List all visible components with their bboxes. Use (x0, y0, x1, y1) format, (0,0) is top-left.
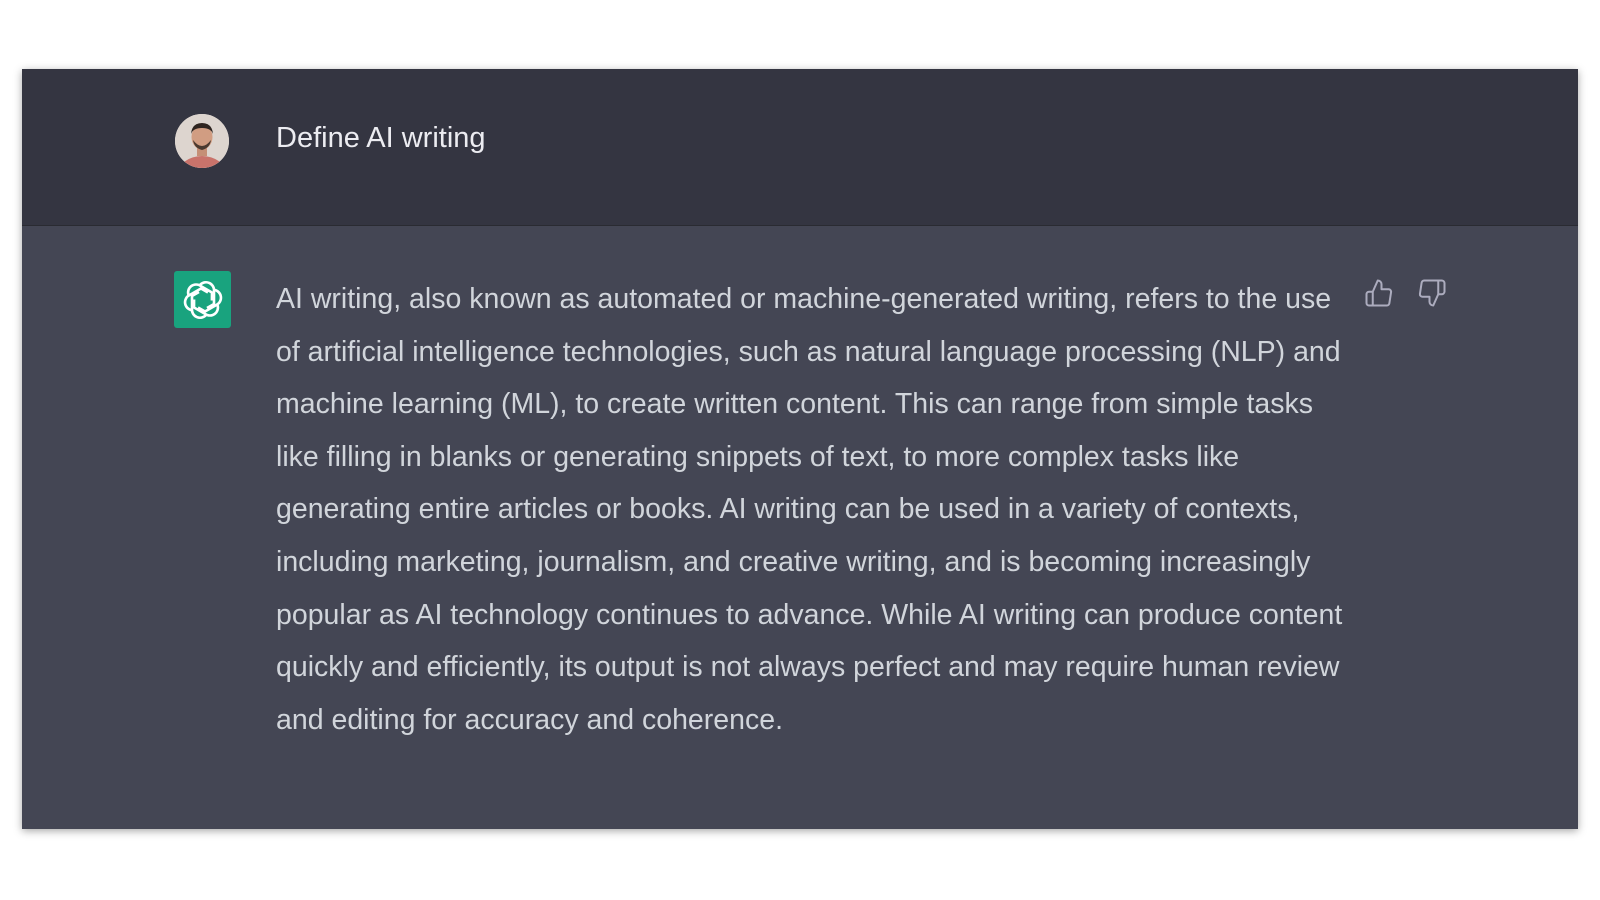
thumbs-down-icon (1418, 279, 1446, 307)
thumbs-down-button[interactable] (1414, 275, 1450, 311)
thumbs-up-button[interactable] (1361, 275, 1397, 311)
chat-window: Define AI writing AI writing, also known… (22, 69, 1578, 829)
thumbs-up-icon (1365, 279, 1393, 307)
assistant-logo (174, 271, 231, 328)
assistant-message-row: AI writing, also known as automated or m… (22, 226, 1578, 829)
user-message-text: Define AI writing (276, 122, 486, 154)
user-message-row: Define AI writing (22, 69, 1578, 226)
user-avatar-icon (175, 114, 229, 168)
openai-logo-icon (183, 280, 222, 319)
user-avatar (175, 114, 229, 168)
assistant-message-text: AI writing, also known as automated or m… (276, 283, 1343, 736)
